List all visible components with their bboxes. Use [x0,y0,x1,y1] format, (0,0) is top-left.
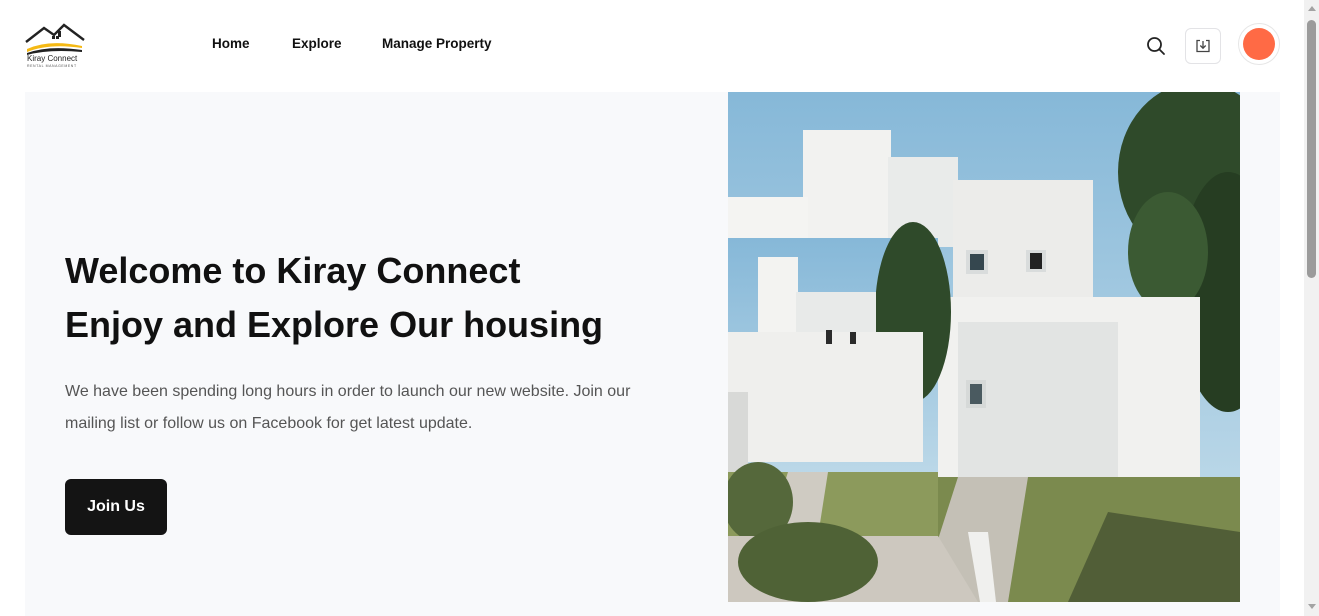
scroll-down-arrow-icon[interactable] [1308,604,1316,609]
house-logo-icon [25,23,85,55]
hero-house-image [728,92,1240,602]
brand-tagline: RENTAL MANAGEMENT [27,64,77,68]
search-icon [1147,37,1165,55]
avatar [1243,28,1275,60]
brand-logo[interactable]: Kiray Connect RENTAL MANAGEMENT [24,22,86,70]
vertical-scrollbar[interactable] [1304,0,1319,616]
nav-home[interactable]: Home [212,36,250,51]
scroll-up-arrow-icon[interactable] [1308,6,1316,11]
download-button[interactable] [1185,28,1221,64]
nav-manage-property[interactable]: Manage Property [382,36,492,51]
hero-title-line2: Enjoy and Explore Our housing [65,304,604,345]
scrollbar-thumb[interactable] [1307,20,1316,278]
hero-title-line1: Welcome to Kiray Connect [65,250,521,291]
hero-section: Welcome to Kiray Connect Enjoy and Explo… [25,92,1280,616]
nav-explore[interactable]: Explore [292,36,342,51]
brand-name: Kiray Connect [27,54,78,63]
user-avatar-button[interactable] [1238,23,1280,65]
house-photo-illustration [728,92,1240,602]
hero-title: Welcome to Kiray Connect Enjoy and Explo… [65,244,603,352]
join-us-button[interactable]: Join Us [65,479,167,535]
search-button[interactable] [1145,35,1167,57]
download-icon [1196,39,1210,53]
hero-description: We have been spending long hours in orde… [65,383,631,432]
site-header: Kiray Connect RENTAL MANAGEMENT Home Exp… [0,0,1304,92]
